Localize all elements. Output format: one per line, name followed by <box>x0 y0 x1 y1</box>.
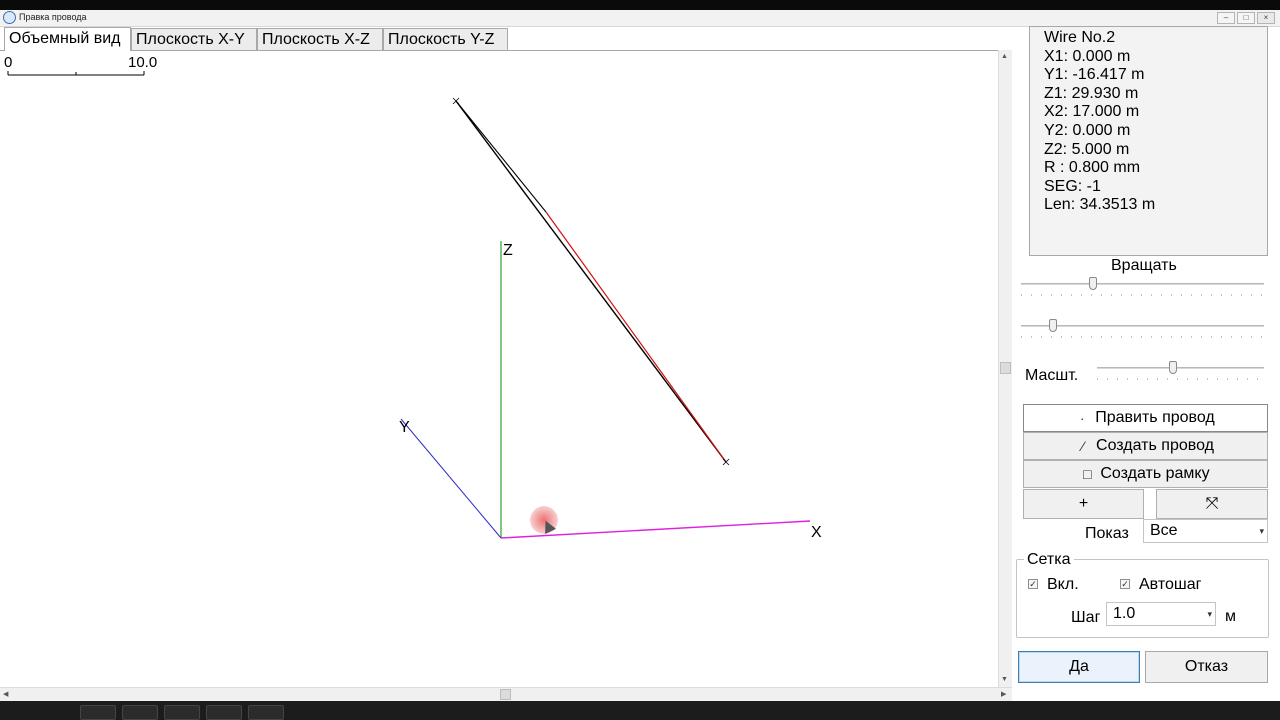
rotate-horizontal-thumb[interactable] <box>1089 277 1098 290</box>
scroll-left-arrow-icon[interactable]: ◀ <box>3 690 8 698</box>
edit-wire-button[interactable]: · Править провод <box>1023 404 1268 432</box>
grid-step-label: Шаг <box>1071 609 1101 626</box>
cancel-button[interactable]: Отказ <box>1145 651 1268 683</box>
create-wire-button[interactable]: ⁄ Создать провод <box>1023 432 1268 460</box>
tab-plane-yz[interactable]: Плоскость Y-Z <box>383 28 508 50</box>
square-icon: □ <box>1083 466 1092 482</box>
add-button[interactable]: + <box>1023 489 1144 519</box>
step-chevron-down-icon: ▾ <box>1207 609 1212 619</box>
vertical-scroll-thumb[interactable] <box>1000 362 1011 374</box>
zoom-slider-thumb[interactable] <box>1168 361 1177 374</box>
show-select[interactable]: Все ▾ <box>1143 519 1268 543</box>
y-axis-line <box>400 418 502 539</box>
wire-z2: Z2: 5.000 m <box>1044 140 1130 158</box>
wire-y1: Y1: -16.417 m <box>1044 66 1145 84</box>
create-frame-button[interactable]: □ Создать рамку <box>1023 460 1268 488</box>
wire-y2: Y2: 0.000 m <box>1044 121 1131 139</box>
grid-group-title: Сетка <box>1024 551 1074 569</box>
wire-segments: SEG: -1 <box>1044 177 1101 195</box>
grid-step-select[interactable]: 1.0 ▾ <box>1106 602 1216 626</box>
wire-line[interactable] <box>455 100 727 463</box>
create-wire-label: Создать провод <box>1096 437 1214 454</box>
wire-endpoint-end[interactable] <box>722 458 730 466</box>
edit-wire-label: Править провод <box>1095 409 1215 426</box>
rotate-vertical-ticks <box>1021 336 1264 338</box>
zoom-ticks <box>1097 378 1264 380</box>
wire-info-panel: Wire No.2 X1: 0.000 m Y1: -16.417 m Z1: … <box>1029 26 1268 256</box>
wire-number: Wire No.2 <box>1044 29 1116 46</box>
fit-view-button[interactable]: ⤧ <box>1156 489 1268 519</box>
scale-bar-max-label: 10.0 <box>128 54 158 71</box>
show-label: Показ <box>1085 525 1129 542</box>
grid-enabled-label: Вкл. <box>1047 576 1079 593</box>
ok-button[interactable]: Да <box>1018 651 1140 683</box>
scroll-up-arrow-icon[interactable]: ▲ <box>1001 53 1008 60</box>
maximize-button[interactable]: □ <box>1237 12 1255 24</box>
rotate-vertical-slider[interactable] <box>1021 325 1264 327</box>
view-canvas[interactable]: Z Y X 0 10.0 <box>0 50 998 687</box>
taskbar-item[interactable] <box>248 705 284 720</box>
tab-3d-view[interactable]: Объемный вид <box>4 27 131 51</box>
taskbar-item[interactable] <box>80 705 116 720</box>
scroll-down-arrow-icon[interactable]: ▼ <box>1001 676 1008 683</box>
rotate-horizontal-slider[interactable] <box>1021 283 1264 285</box>
dot-icon: · <box>1079 410 1085 426</box>
rotate-horizontal-ticks <box>1021 294 1264 296</box>
autostep-label: Автошаг <box>1139 576 1202 593</box>
zoom-label: Масшт. <box>1025 367 1079 384</box>
wire-z1: Z1: 29.930 m <box>1044 84 1139 102</box>
tab-plane-xz[interactable]: Плоскость X-Z <box>257 28 383 50</box>
create-frame-label: Создать рамку <box>1100 465 1210 482</box>
wire-endpoint-start[interactable] <box>452 97 460 105</box>
taskbar-item[interactable] <box>164 705 200 720</box>
grid-enabled-checkbox[interactable]: ✓ <box>1028 579 1038 589</box>
scene-svg: Z Y X <box>7 71 822 541</box>
wire-length: Len: 34.3513 m <box>1044 196 1156 214</box>
rotate-vertical-thumb[interactable] <box>1049 319 1058 332</box>
wire-segment-selected <box>545 211 727 463</box>
autostep-checkbox[interactable]: ✓ <box>1120 579 1130 589</box>
horizontal-scroll-thumb[interactable] <box>500 689 511 700</box>
taskbar-item[interactable] <box>206 705 242 720</box>
horizontal-scrollbar[interactable]: ◀ ▶ <box>0 687 1012 701</box>
taskbar-item[interactable] <box>122 705 158 720</box>
show-select-value: Все <box>1150 522 1178 539</box>
z-axis-label: Z <box>503 242 513 259</box>
wire-radius: R : 0.800 mm <box>1044 159 1141 177</box>
grid-step-unit: м <box>1225 608 1236 625</box>
taskbar <box>0 701 1280 720</box>
wire-segment-upper <box>455 100 547 213</box>
window-title: Правка провода <box>19 12 87 22</box>
show-chevron-down-icon: ▾ <box>1259 526 1264 536</box>
grid-group <box>1016 559 1269 638</box>
y-axis-label: Y <box>399 419 410 436</box>
scroll-right-arrow-icon[interactable]: ▶ <box>1001 690 1006 698</box>
wire-x2: X2: 17.000 m <box>1044 103 1140 121</box>
wire-x1: X1: 0.000 m <box>1044 47 1131 65</box>
minimize-button[interactable]: – <box>1217 12 1235 24</box>
vertical-scrollbar[interactable]: ▲ ▼ <box>998 50 1012 687</box>
app-icon <box>3 11 16 24</box>
tab-plane-xy[interactable]: Плоскость X-Y <box>131 28 257 50</box>
title-bar: Правка провода – □ × <box>0 10 1280 27</box>
screen-top-strip <box>0 0 1280 10</box>
scale-bar-min-label: 0 <box>4 54 13 71</box>
x-axis-label: X <box>811 524 822 541</box>
rotate-label: Вращать <box>1111 257 1177 274</box>
zoom-slider[interactable] <box>1097 367 1264 369</box>
close-button[interactable]: × <box>1257 12 1275 24</box>
line-icon: ⁄ <box>1081 438 1085 454</box>
grid-step-value: 1.0 <box>1113 605 1136 622</box>
